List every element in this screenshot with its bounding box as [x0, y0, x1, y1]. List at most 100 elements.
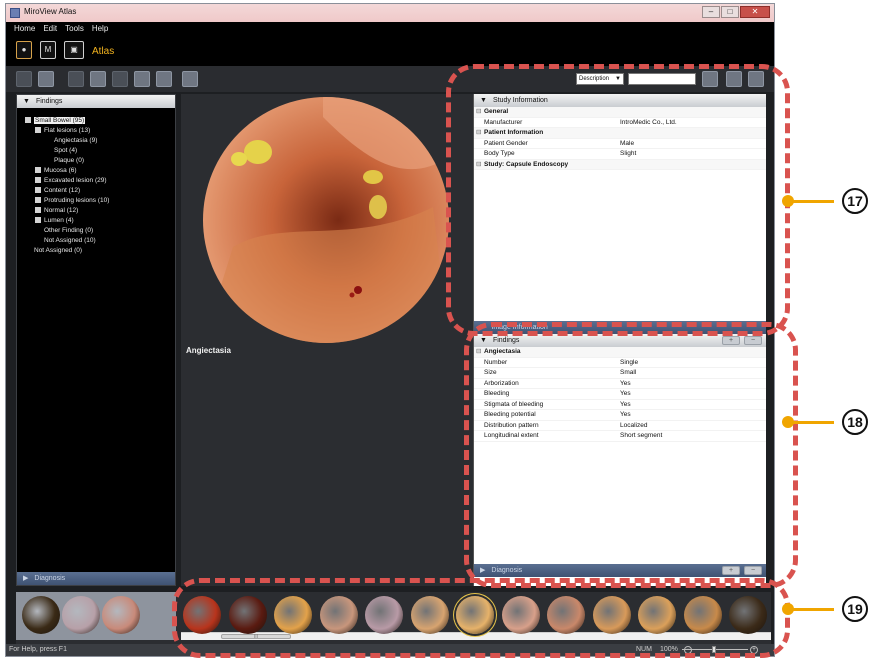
collapse-icon[interactable]	[35, 127, 41, 133]
diagnosis-header-right[interactable]: ▶ Diagnosis + −	[474, 564, 766, 577]
add-doc-icon[interactable]	[38, 71, 54, 87]
property-row: Bleeding Yes	[474, 389, 766, 400]
zoom-slider[interactable]	[682, 646, 748, 653]
finding-thumbnail[interactable]	[365, 596, 403, 634]
tree-item[interactable]: Excavated lesion (29)	[25, 176, 175, 186]
app-icon	[10, 8, 20, 18]
zoom-in-icon[interactable]: +	[750, 646, 758, 654]
collapse-icon[interactable]: ⊟	[476, 347, 481, 358]
property-value[interactable]: Slight	[620, 149, 636, 160]
property-section[interactable]: ⊟ General	[474, 107, 766, 118]
property-section[interactable]: ⊟ Patient Information	[474, 128, 766, 139]
menu-home[interactable]: Home	[14, 22, 35, 35]
property-value[interactable]: Short segment	[620, 431, 662, 442]
new-doc-icon[interactable]	[16, 71, 32, 87]
finding-thumbnail[interactable]	[274, 596, 312, 634]
collapse-icon[interactable]: ⊟	[476, 160, 481, 171]
property-section[interactable]: ⊟ Study: Capsule Endoscopy	[474, 159, 766, 171]
status-zoom: 100%	[660, 646, 678, 653]
menu-tools[interactable]: Tools	[65, 22, 84, 35]
remove-diagnosis-button[interactable]: −	[744, 566, 762, 575]
tree-item[interactable]: Angiectasia (9)	[25, 136, 175, 146]
endoscopy-image[interactable]	[203, 97, 449, 343]
tree-item[interactable]: Other Finding (0)	[25, 226, 175, 236]
diagnosis-header-left[interactable]: ▶ Diagnosis	[17, 572, 175, 585]
finding-thumbnail[interactable]	[410, 596, 449, 634]
collapse-icon[interactable]: ⊟	[476, 128, 481, 139]
scrollbar-thumb[interactable]: III	[221, 634, 291, 640]
finding-thumbnail[interactable]	[729, 596, 767, 634]
finding-thumbnail[interactable]	[501, 596, 540, 634]
finding-thumbnail[interactable]	[638, 596, 676, 634]
close-button[interactable]: ✕	[740, 6, 770, 18]
add-diagnosis-button[interactable]: +	[722, 566, 740, 575]
tree-item[interactable]: Not Assigned (0)	[25, 246, 175, 256]
print-icon[interactable]	[134, 71, 150, 87]
menu-help[interactable]: Help	[92, 22, 108, 35]
remove-finding-button[interactable]: −	[744, 336, 762, 345]
manual-mode-button[interactable]: M	[40, 41, 56, 59]
search-input[interactable]	[628, 73, 696, 85]
collapse-icon[interactable]	[25, 117, 31, 123]
finding-thumbnail[interactable]	[183, 596, 221, 634]
property-value[interactable]: Yes	[620, 410, 631, 421]
tree-item[interactable]: Not Assigned (10)	[25, 236, 175, 246]
list-icon[interactable]	[726, 71, 742, 87]
pointer-icon[interactable]	[182, 71, 198, 87]
expand-icon[interactable]	[35, 217, 41, 223]
maximize-button[interactable]: □	[721, 6, 739, 18]
expand-icon[interactable]	[35, 167, 41, 173]
finding-thumbnail[interactable]	[228, 596, 267, 634]
find-icon[interactable]	[112, 71, 128, 87]
atlas-mode-button[interactable]: ▣	[64, 41, 84, 59]
property-section-label: General	[484, 108, 509, 115]
collapse-icon[interactable]: ⊟	[476, 107, 481, 118]
capsule-mode-button[interactable]: ●	[16, 41, 32, 59]
finding-thumbnail[interactable]	[547, 596, 585, 634]
search-field-select[interactable]: Description ▼	[576, 73, 624, 85]
property-section[interactable]: ⊟ Angiectasia	[474, 347, 766, 358]
image-info-header[interactable]: ▶ Image Information	[474, 321, 766, 334]
zoom-out-icon[interactable]: −	[684, 646, 692, 654]
property-value[interactable]: Small	[620, 368, 636, 379]
property-value[interactable]: Localized	[620, 421, 647, 432]
finding-thumbnail[interactable]	[592, 596, 631, 634]
findings-detail-header[interactable]: ▼ Findings + −	[474, 334, 766, 347]
category-thumbnail[interactable]	[22, 596, 60, 634]
findings-tree-header[interactable]: ▼ Findings	[17, 95, 175, 108]
finding-thumbnail[interactable]	[456, 596, 494, 634]
property-value[interactable]: IntroMedic Co., Ltd.	[620, 118, 677, 129]
tree-item[interactable]: Normal (12)	[25, 206, 175, 216]
tree-item[interactable]: Small Bowel (95)	[25, 116, 175, 126]
zoom-slider-knob[interactable]	[712, 646, 716, 653]
add-finding-button[interactable]: +	[722, 336, 740, 345]
expand-icon[interactable]	[35, 207, 41, 213]
tree-item[interactable]: Flat lesions (13)	[25, 126, 175, 136]
property-value[interactable]: Yes	[620, 389, 631, 400]
tree-item[interactable]: Protruding lesions (10)	[25, 196, 175, 206]
tree-item[interactable]: Mucosa (6)	[25, 166, 175, 176]
category-thumbnail[interactable]	[102, 596, 140, 634]
tree-item[interactable]: Content (12)	[25, 186, 175, 196]
property-value[interactable]: Yes	[620, 379, 631, 390]
category-thumbnail[interactable]	[62, 596, 100, 634]
gear-icon[interactable]	[748, 71, 764, 87]
property-value[interactable]: Male	[620, 139, 634, 150]
study-info-header[interactable]: ▼ Study Information	[474, 94, 766, 107]
finding-thumbnail[interactable]	[319, 596, 358, 634]
expand-icon[interactable]	[35, 187, 41, 193]
expand-icon[interactable]	[35, 197, 41, 203]
menu-edit[interactable]: Edit	[43, 22, 57, 35]
export-icon[interactable]	[156, 71, 172, 87]
property-value[interactable]: Single	[620, 358, 638, 369]
search-icon[interactable]	[702, 71, 718, 87]
minimize-button[interactable]: –	[702, 6, 720, 18]
tree-item[interactable]: Spot (4)	[25, 146, 175, 156]
finding-thumbnail[interactable]	[683, 596, 722, 634]
tree-item[interactable]: Lumen (4)	[25, 216, 175, 226]
tree-item[interactable]: Plaque (0)	[25, 156, 175, 166]
check-icon[interactable]	[68, 71, 84, 87]
property-value[interactable]: Yes	[620, 400, 631, 411]
mail-icon[interactable]	[90, 71, 106, 87]
expand-icon[interactable]	[35, 177, 41, 183]
